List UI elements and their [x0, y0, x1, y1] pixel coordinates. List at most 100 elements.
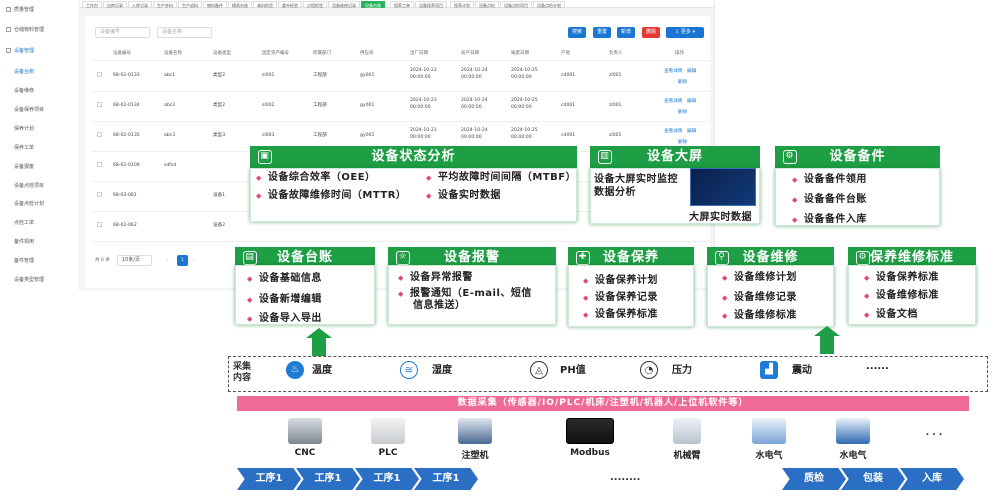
sidebar-item-type-manage[interactable]: 设备类型管理: [14, 276, 44, 283]
row-divider: [92, 121, 711, 122]
row-checkbox[interactable]: [97, 72, 102, 77]
process-step: 工序1: [355, 468, 419, 490]
tab-9[interactable]: 过程检验: [303, 1, 327, 8]
sidebar-item-maint-order[interactable]: 保养工单: [14, 144, 34, 151]
sidebar-item-maint-plan[interactable]: 保养计划: [14, 125, 34, 132]
sidebar-item-inspect-project[interactable]: 设备点检项目: [14, 182, 44, 189]
tab-15[interactable]: 设备点检: [475, 1, 499, 8]
sidebar-item-quality[interactable]: 质量管理: [6, 6, 34, 13]
row-action-link[interactable]: 编辑: [687, 98, 696, 105]
delete-button[interactable]: 删除: [642, 27, 660, 38]
page-size-select[interactable]: 10条/页: [117, 255, 152, 266]
tab-7[interactable]: 来料检验: [253, 1, 277, 8]
tab-8[interactable]: 委外检验: [278, 1, 302, 8]
row-divider: [92, 241, 711, 242]
column-header[interactable]: 报废日期: [511, 50, 529, 56]
table-cell: 2024-10-24 00:00:00: [461, 98, 488, 110]
monitor-icon: ▣: [258, 150, 272, 164]
tab-11[interactable]: 设备台账: [361, 1, 385, 8]
device-label: 注塑机: [461, 451, 489, 461]
name-search-input[interactable]: 设备名称: [157, 27, 212, 38]
column-header[interactable]: 投产日期: [461, 50, 479, 56]
column-header[interactable]: 所属部门: [313, 50, 331, 56]
prev-page-icon[interactable]: ‹: [166, 257, 168, 264]
device-label: 水电气: [755, 451, 783, 461]
sidebar-item-spare-use[interactable]: 备件领用: [14, 238, 34, 245]
row-action-link[interactable]: 查看详情: [664, 128, 682, 135]
add-button[interactable]: 新增: [617, 27, 635, 38]
reset-button[interactable]: 重置: [593, 27, 611, 38]
sensor-label: 震动: [792, 365, 812, 376]
tab-4[interactable]: 生产退料: [178, 1, 202, 8]
row-action-link[interactable]: 编辑: [687, 68, 696, 75]
row-checkbox[interactable]: [97, 162, 102, 167]
column-header[interactable]: 设备编号: [113, 50, 131, 56]
tab-13[interactable]: 设备保养项目: [415, 1, 447, 8]
next-page-icon[interactable]: ›: [193, 257, 195, 264]
sidebar-item-ledger[interactable]: 设备台账: [14, 68, 34, 75]
tab-12[interactable]: 保养工单: [390, 1, 414, 8]
spare-item: ◆ 设备备件台账: [792, 194, 867, 205]
row-action-link[interactable]: 查看详情: [664, 68, 682, 75]
sidebar-item-repair[interactable]: 设备维修: [14, 87, 34, 94]
tab-0[interactable]: 工作台: [82, 1, 102, 8]
table-cell: zl001: [609, 133, 622, 138]
tab-5[interactable]: 物料备件: [203, 1, 227, 8]
row-checkbox[interactable]: [97, 192, 102, 197]
ledger-icon: ▤: [243, 251, 257, 265]
repair-item: ◆ 设备维修记录: [722, 292, 797, 303]
tab-2[interactable]: 入库记录: [128, 1, 152, 8]
column-header[interactable]: 设备类型: [213, 50, 231, 56]
meter-image: [836, 418, 870, 444]
column-header[interactable]: 固定资产编号: [262, 50, 289, 56]
table-cell: 工程部: [313, 73, 327, 78]
sensor-label: 湿度: [432, 365, 452, 376]
tab-1[interactable]: 出库记录: [103, 1, 127, 8]
tab-17[interactable]: 设备点检计划: [533, 1, 565, 8]
table-cell: sl001: [262, 73, 275, 78]
row-checkbox[interactable]: [97, 222, 102, 227]
column-header[interactable]: 负责人: [609, 50, 623, 56]
row-action-link[interactable]: 编辑: [687, 128, 696, 135]
sidebar-item-equipment[interactable]: 设备管理: [6, 47, 34, 54]
tab-6[interactable]: 模具台账: [228, 1, 252, 8]
data-collection-bar: 数据采集（传感器/IO/PLC/机床/注塑机/机器人/上位机软件等）: [237, 396, 969, 411]
sidebar-item-spare-manage[interactable]: 备件管理: [14, 257, 34, 264]
column-header[interactable]: 出厂日期: [410, 50, 428, 56]
tab-14[interactable]: 保养计划: [450, 1, 474, 8]
sidebar-item-inspect-plan[interactable]: 设备点检计划: [14, 200, 44, 207]
table-cell: abc2: [164, 103, 176, 108]
row-checkbox[interactable]: [97, 132, 102, 137]
screen-text: 数据分析: [594, 187, 636, 198]
column-header[interactable]: 操作: [675, 50, 684, 56]
tab-3[interactable]: 生产补料: [153, 1, 177, 8]
column-header[interactable]: 供应商: [360, 50, 374, 56]
injection-machine-image: [458, 418, 492, 444]
sidebar-item-maint-project[interactable]: 设备保养项目: [14, 106, 44, 113]
search-button[interactable]: 搜索: [568, 27, 586, 38]
tab-10[interactable]: 设备维修记录: [328, 1, 360, 8]
row-action-link[interactable]: 删除: [678, 139, 687, 146]
sidebar: 质量管理 仓储物料管理 设备管理 设备台账 设备维修 设备保养项目 保养计划 保…: [0, 0, 80, 290]
table-cell: 68-03-061: [113, 193, 137, 198]
row-action-link[interactable]: 删除: [678, 109, 687, 116]
more-button[interactable]: ⇩ 更多 ▾: [666, 27, 704, 38]
sidebar-item-inspect-order[interactable]: 点检工单: [14, 219, 34, 226]
ledger-item: ◆ 设备导入导出: [247, 313, 322, 324]
sidebar-item-scrap[interactable]: 设备报废: [14, 163, 34, 170]
sensor-more: ......: [866, 361, 889, 372]
table-cell: sl003: [262, 133, 275, 138]
row-action-link[interactable]: 删除: [678, 79, 687, 86]
row-divider: [92, 60, 711, 61]
row-action-link[interactable]: 查看详情: [664, 98, 682, 105]
tab-16[interactable]: 设备点检项目: [500, 1, 532, 8]
sidebar-item-warehouse[interactable]: 仓储物料管理: [6, 26, 44, 33]
column-header[interactable]: 设备名称: [164, 50, 182, 56]
code-search-input[interactable]: 设备编号: [95, 27, 150, 38]
analysis-item: ◆ 设备故障维修时间（MTTR）: [256, 190, 407, 201]
page-number-button[interactable]: 1: [177, 255, 188, 266]
chain-more: ........: [610, 472, 641, 483]
row-checkbox[interactable]: [97, 102, 102, 107]
analysis-item: ◆ 设备综合效率（OEE）: [256, 172, 376, 183]
column-header[interactable]: 产地: [561, 50, 570, 56]
